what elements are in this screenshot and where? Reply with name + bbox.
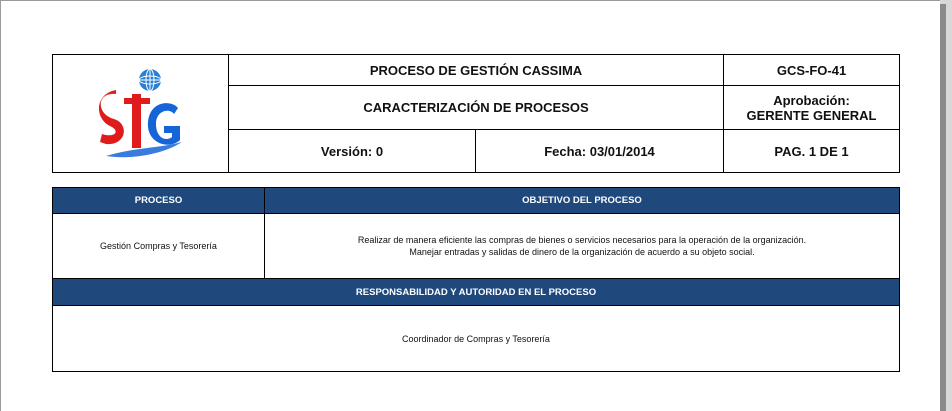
date-field: Fecha: 03/01/2014 — [475, 129, 724, 173]
process-table: PROCESO OBJETIVO DEL PROCESO Gestión Com… — [52, 187, 900, 372]
document-code: GCS-FO-41 — [723, 54, 900, 86]
logo-cell — [52, 54, 229, 173]
responsibility-value: Coordinador de Compras y Tesorería — [52, 305, 900, 372]
responsibility-header: RESPONSABILIDAD Y AUTORIDAD EN EL PROCES… — [52, 278, 900, 306]
sig-globe-logo-icon — [98, 68, 182, 157]
globe-icon — [138, 68, 161, 91]
page-shadow — [940, 4, 946, 411]
document-header-table: PROCESO DE GESTIÓN CASSIMA GCS-FO-41 CAR… — [52, 54, 900, 173]
objective-header: OBJETIVO DEL PROCESO — [264, 187, 900, 214]
page-number: PAG. 1 DE 1 — [723, 129, 900, 173]
document-subtitle: CARACTERIZACIÓN DE PROCESOS — [228, 85, 724, 130]
approval-label: Aprobación: — [773, 92, 850, 108]
objective-line: Manejar entradas y salidas de dinero de … — [409, 247, 755, 257]
process-name: Gestión Compras y Tesorería — [52, 213, 265, 279]
approval-value: GERENTE GENERAL — [746, 107, 877, 123]
objective-text: Realizar de manera eficiente las compras… — [264, 213, 900, 279]
process-header: PROCESO — [52, 187, 265, 214]
version-field: Versión: 0 — [228, 129, 476, 173]
approval-cell: Aprobación: GERENTE GENERAL — [723, 85, 900, 130]
document-page: PROCESO DE GESTIÓN CASSIMA GCS-FO-41 CAR… — [0, 0, 940, 411]
process-title: PROCESO DE GESTIÓN CASSIMA — [228, 54, 724, 86]
objective-line: Realizar de manera eficiente las compras… — [357, 235, 807, 245]
